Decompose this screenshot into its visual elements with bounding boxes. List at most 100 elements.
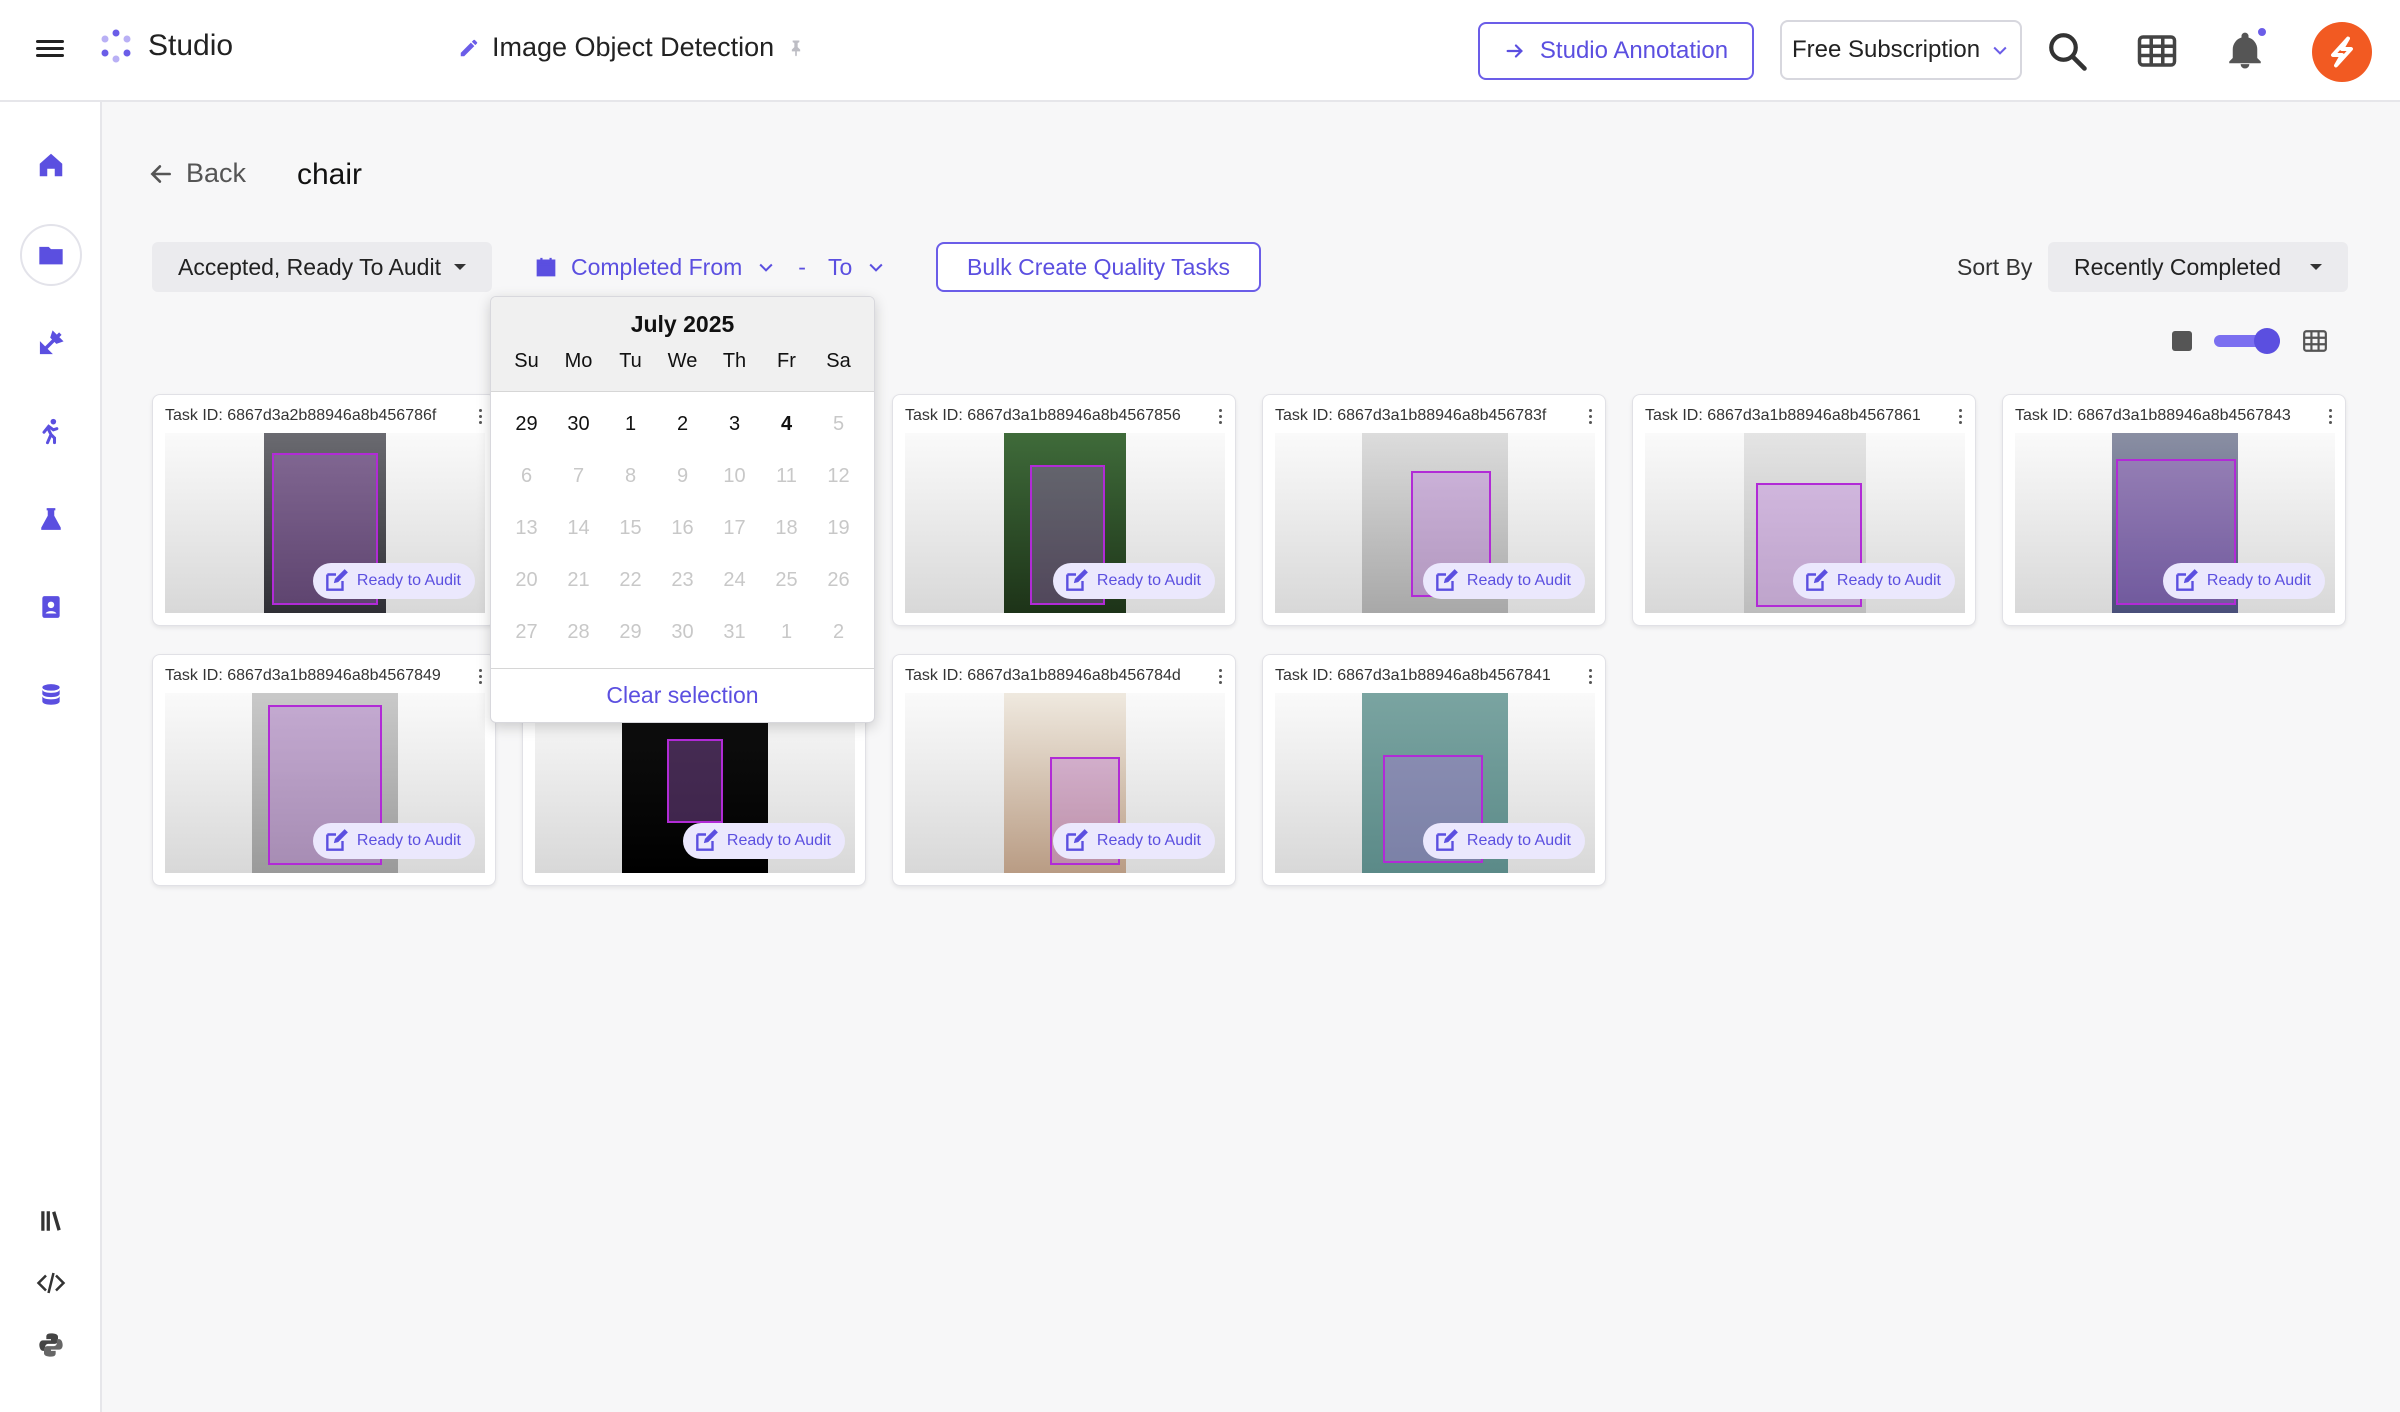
weekday-row: Su Mo Tu We Th Fr Sa [491,350,874,373]
avatar[interactable] [2312,22,2372,82]
tools-icon [39,330,64,355]
task-card[interactable]: Task ID: 6867d3a1b88946a8b456784d Ready … [892,654,1236,886]
studio-annotation-button[interactable]: Studio Annotation [1478,22,1754,80]
audit-status: Ready to Audit [1836,572,1941,589]
ready-to-audit-badge[interactable]: Ready to Audit [1792,563,1955,599]
notifications[interactable] [2224,26,2268,72]
sidebar-item-database[interactable] [20,664,82,726]
view-switch[interactable] [2214,328,2280,354]
ready-to-audit-badge[interactable]: Ready to Audit [1052,823,1215,859]
chevron-down-icon[interactable] [756,257,776,277]
calendar-icon[interactable] [535,256,557,278]
task-id: Task ID: 6867d3a1b88946a8b4567841 [1275,667,1551,684]
sort-value: Recently Completed [2074,253,2282,280]
arrow-right-icon [1506,44,1523,58]
task-card[interactable]: Task ID: 6867d3a1b88946a8b4567849 Ready … [152,654,496,886]
sidebar-item-contacts[interactable] [20,576,82,638]
brand[interactable]: Studio [98,28,233,64]
task-card[interactable]: Task ID: 6867d3a1b88946a8b4567843 Ready … [2002,394,2346,626]
sort-select[interactable]: Recently Completed [2048,242,2348,292]
calendar-day-disabled: 18 [775,516,798,539]
ready-to-audit-badge[interactable]: Ready to Audit [312,823,475,859]
menu-icon[interactable] [36,36,64,64]
top-bar: Studio Image Object Detection Studio Ann… [0,0,2400,102]
sidebar-item-lab[interactable] [20,488,82,550]
task-image: Ready to Audit [905,433,1225,613]
task-card[interactable]: Task ID: 6867d3a2b88946a8b456786f Ready … [152,394,496,626]
edit-icon [326,829,348,851]
calendar-day-disabled: 27 [515,620,538,643]
ready-to-audit-badge[interactable]: Ready to Audit [682,823,845,859]
grid-view-icon[interactable] [2302,328,2328,354]
search-icon[interactable] [2046,30,2088,72]
more-vert-icon[interactable] [1589,409,1593,427]
edit-icon [1806,569,1828,591]
pin-icon[interactable] [786,38,806,58]
task-card[interactable]: Task ID: 6867d3a1b88946a8b4567861 Ready … [1632,394,1976,626]
edit-icon [696,829,718,851]
page-title: chair [297,158,363,191]
more-vert-icon[interactable] [1219,669,1223,687]
status-filter-select[interactable]: Accepted, Ready To Audit [152,242,492,292]
calendar-day[interactable]: 29 [501,398,553,450]
library-icon [41,1211,61,1231]
calendar-day-disabled: 8 [624,464,637,487]
task-card[interactable]: Task ID: 6867d3a1b88946a8b456783f Ready … [1262,394,1606,626]
calendar-day-today[interactable]: 4 [761,398,813,450]
sidebar-item-projects[interactable] [20,224,82,286]
calendar-day[interactable]: 1 [605,398,657,450]
ready-to-audit-badge[interactable]: Ready to Audit [1422,823,1585,859]
calendar-day[interactable]: 30 [553,398,605,450]
completed-from-select[interactable]: Completed From [571,254,742,281]
more-vert-icon[interactable] [2329,409,2333,427]
calendar-day[interactable]: 3 [709,398,761,450]
weekday-label: Su [514,350,539,372]
task-image: Ready to Audit [165,433,485,613]
back-button[interactable]: Back [148,158,246,189]
apps-grid-icon[interactable] [2136,30,2178,72]
date-picker-month: July 2025 [630,311,735,337]
calendar-day-disabled: 28 [567,620,590,643]
code-icon [36,1272,66,1294]
sidebar-item-code[interactable] [20,1252,82,1314]
clear-selection-button[interactable]: Clear selection [491,668,874,722]
subscription-select[interactable]: Free Subscription [1780,20,2022,80]
ready-to-audit-badge[interactable]: Ready to Audit [1422,563,1585,599]
more-vert-icon[interactable] [1959,409,1963,427]
calendar-day-disabled: 25 [775,568,798,591]
edit-icon [326,569,348,591]
chevron-down-icon [1993,46,2007,55]
edit-icon [1436,569,1458,591]
calendar-day-disabled: 13 [515,516,538,539]
more-vert-icon[interactable] [479,409,483,427]
sidebar-item-python[interactable] [20,1314,82,1376]
ready-to-audit-badge[interactable]: Ready to Audit [1052,563,1215,599]
audit-status: Ready to Audit [1096,832,1201,849]
database-icon [42,684,60,705]
audit-status: Ready to Audit [1466,572,1571,589]
sidebar-item-home[interactable] [20,134,82,196]
bulk-create-quality-tasks-button[interactable]: Bulk Create Quality Tasks [936,242,1261,292]
more-vert-icon[interactable] [1589,669,1593,687]
sidebar-item-tools[interactable] [20,312,82,374]
range-dash: - [798,253,806,280]
chevron-down-icon[interactable] [866,257,886,277]
more-vert-icon[interactable] [479,669,483,687]
ready-to-audit-badge[interactable]: Ready to Audit [312,563,475,599]
pencil-icon[interactable] [458,37,480,59]
caret-down-icon [454,264,466,270]
task-image: Ready to Audit [1275,433,1595,613]
calendar-day-disabled: 15 [619,516,642,539]
calendar-day-disabled: 21 [567,568,590,591]
calendar-day-disabled: 20 [515,568,538,591]
task-image: Ready to Audit [165,693,485,873]
single-view-icon[interactable] [2172,331,2192,351]
task-card[interactable]: Task ID: 6867d3a1b88946a8b4567841 Ready … [1262,654,1606,886]
calendar-day[interactable]: 2 [657,398,709,450]
completed-to-select[interactable]: To [828,254,852,281]
more-vert-icon[interactable] [1219,409,1223,427]
sidebar-item-activity[interactable] [20,400,82,462]
task-card[interactable]: Task ID: 6867d3a1b88946a8b4567856 Ready … [892,394,1236,626]
sidebar-item-library[interactable] [20,1190,82,1252]
ready-to-audit-badge[interactable]: Ready to Audit [2162,563,2325,599]
